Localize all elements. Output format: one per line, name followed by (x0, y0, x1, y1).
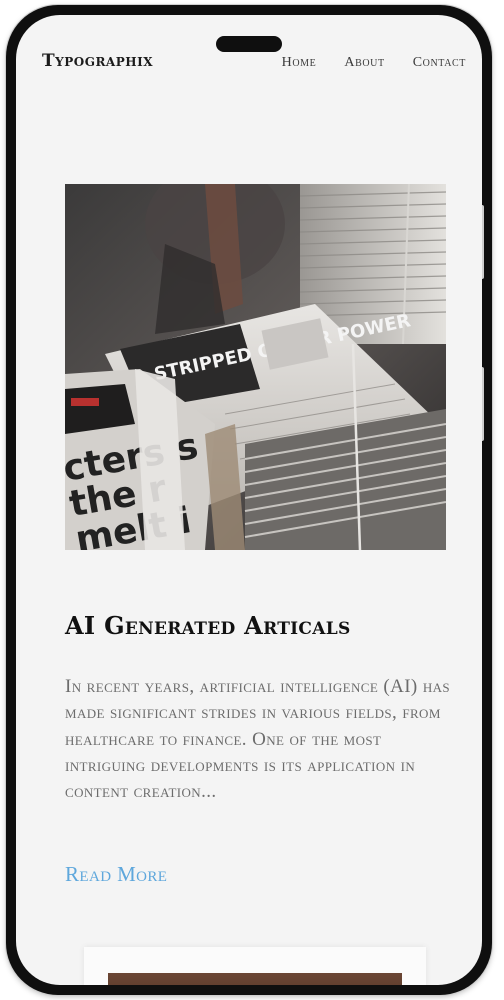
nav-home-link[interactable]: Home (282, 55, 317, 71)
phone-frame: Typographix Home About Contact STRIPPED … (6, 5, 492, 995)
screen: Typographix Home About Contact STRIPPED … (16, 15, 482, 985)
hero-image: STRIPPED OF HER POWER (65, 184, 446, 550)
next-article-card[interactable] (84, 947, 426, 985)
main-nav: Home About Contact (282, 55, 466, 71)
next-article-image (108, 973, 402, 985)
article-title: AI Generated Articals (65, 611, 351, 641)
nav-contact-link[interactable]: Contact (413, 55, 466, 71)
site-logo[interactable]: Typographix (42, 51, 153, 71)
newspapers-photo: STRIPPED OF HER POWER (65, 184, 446, 550)
nav-about-link[interactable]: About (344, 55, 384, 71)
camera-notch (216, 36, 282, 52)
article-excerpt: In recent years, artificial intelligence… (65, 676, 451, 803)
read-more-link[interactable]: Read More (65, 862, 167, 887)
